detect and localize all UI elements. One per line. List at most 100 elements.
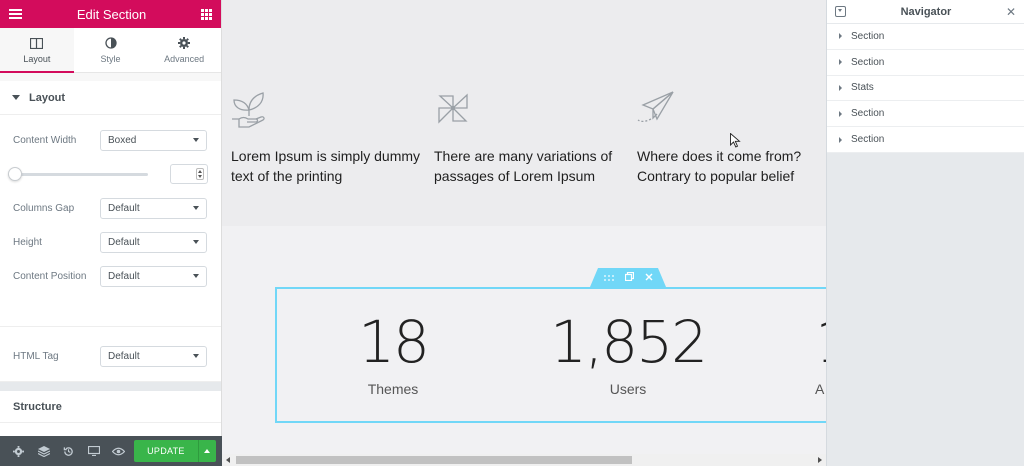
gear-icon <box>178 36 191 50</box>
preview-canvas: Lorem Ipsum is simply dummy text of the … <box>222 0 826 466</box>
stat-label: A <box>815 381 825 397</box>
structure-section-title: Structure <box>13 400 62 413</box>
tab-advanced[interactable]: Advanced <box>147 28 221 72</box>
content-position-label: Content Position <box>13 270 87 282</box>
chevron-down-icon <box>193 138 199 142</box>
navigator-item-label: Stats <box>851 82 874 94</box>
navigator-title: Navigator <box>900 5 952 18</box>
html-tag-select[interactable]: Default <box>100 345 207 367</box>
navigator-item-label: Section <box>851 134 885 146</box>
navigator-item-label: Section <box>851 56 885 68</box>
section-edit-toolbar <box>590 268 666 287</box>
select-value: Boxed <box>108 134 137 146</box>
navigator-item[interactable]: Stats <box>827 76 1024 102</box>
paper-plane-icon <box>637 88 826 130</box>
height-select[interactable]: Default <box>100 231 207 253</box>
stat-item: 1 A <box>815 311 826 397</box>
mouse-cursor-icon <box>730 132 741 151</box>
features-section[interactable]: Lorem Ipsum is simply dummy text of the … <box>222 0 826 226</box>
structure-section-toggle[interactable]: Structure <box>0 391 221 423</box>
height-label: Height <box>13 236 42 248</box>
panel-title: Edit Section <box>76 6 147 22</box>
columns-gap-select[interactable]: Default <box>100 197 207 219</box>
columns-gap-label: Columns Gap <box>13 202 75 214</box>
navigator-panel: Navigator ✕ Section Section Stats Sectio… <box>826 0 1024 466</box>
layers-icon[interactable] <box>31 436 56 466</box>
hamburger-menu-icon[interactable] <box>9 9 22 19</box>
settings-gear-icon[interactable] <box>6 436 31 466</box>
content-position-select[interactable]: Default <box>100 265 207 287</box>
chevron-down-icon <box>193 354 199 358</box>
feature-item[interactable]: There are many variations of passages of… <box>434 88 634 186</box>
update-options-button[interactable] <box>197 440 217 462</box>
caret-down-icon <box>12 95 20 100</box>
scrollbar-thumb[interactable] <box>236 456 632 464</box>
select-value: Default <box>108 202 140 214</box>
caret-right-icon[interactable] <box>839 110 842 117</box>
caret-right-icon[interactable] <box>839 136 842 143</box>
control-columns-gap: Columns Gap Default <box>0 191 221 225</box>
scroll-right-arrow-icon[interactable] <box>818 457 822 463</box>
close-icon[interactable]: ✕ <box>1006 5 1016 19</box>
close-icon[interactable] <box>645 272 653 284</box>
update-button[interactable]: UPDATE <box>134 440 198 462</box>
tab-layout[interactable]: Layout <box>0 28 74 73</box>
width-number-input[interactable] <box>170 164 208 184</box>
navigator-header[interactable]: Navigator ✕ <box>827 0 1024 24</box>
navigator-item-label: Section <box>851 30 885 42</box>
stat-number: 18 <box>358 308 430 376</box>
duplicate-icon[interactable] <box>624 271 634 284</box>
content-width-select[interactable]: Boxed <box>100 129 207 151</box>
feature-item[interactable]: Lorem Ipsum is simply dummy text of the … <box>231 88 431 186</box>
stat-label: Users <box>609 381 647 397</box>
stat-number: 1 <box>815 311 826 373</box>
caret-right-icon[interactable] <box>839 84 842 91</box>
select-value: Default <box>108 270 140 282</box>
slider-handle[interactable] <box>8 166 22 181</box>
plant-hand-icon <box>231 88 431 130</box>
collapse-all-icon[interactable] <box>835 6 846 17</box>
control-height: Height Default <box>0 225 221 259</box>
editor-panel: Edit Section Layout Style Advanced Layou <box>0 0 222 466</box>
select-value: Default <box>108 350 140 362</box>
navigator-item[interactable]: Section <box>827 101 1024 128</box>
chevron-down-icon <box>193 274 199 278</box>
navigator-list: Section Section Stats Section Section <box>827 24 1024 153</box>
feature-text: Lorem Ipsum is simply dummy text of the … <box>231 148 421 184</box>
scroll-left-arrow-icon[interactable] <box>226 457 230 463</box>
layout-controls: Content Width Boxed Columns Gap Default … <box>0 115 221 327</box>
horizontal-scrollbar[interactable] <box>222 454 826 466</box>
columns-icon <box>30 36 44 50</box>
widgets-grid-icon[interactable] <box>201 8 212 20</box>
tab-label: Layout <box>23 54 51 64</box>
control-content-width: Content Width Boxed <box>0 123 221 157</box>
chevron-up-icon <box>204 449 211 453</box>
tab-label: Style <box>100 54 121 64</box>
caret-right-icon[interactable] <box>839 59 842 66</box>
history-icon[interactable] <box>56 436 81 466</box>
navigator-item-label: Section <box>851 108 885 120</box>
layout-section-title: Layout <box>29 91 66 104</box>
chevron-down-icon <box>193 206 199 210</box>
stat-number: 1,852 <box>549 308 708 376</box>
pinwheel-icon <box>434 88 634 130</box>
chevron-down-icon <box>193 240 199 244</box>
navigator-item[interactable]: Section <box>827 24 1024 50</box>
stat-label: Themes <box>367 381 419 397</box>
drag-handle-icon[interactable] <box>603 272 614 284</box>
width-slider[interactable] <box>8 166 148 181</box>
responsive-desktop-icon[interactable] <box>81 436 106 466</box>
select-value: Default <box>108 236 140 248</box>
navigator-item[interactable]: Section <box>827 127 1024 153</box>
feature-text: There are many variations of passages of… <box>434 148 613 184</box>
layout-section-toggle[interactable]: Layout <box>0 81 221 115</box>
content-width-label: Content Width <box>13 134 77 146</box>
control-content-position: Content Position Default <box>0 259 221 293</box>
preview-eye-icon[interactable] <box>106 436 131 466</box>
caret-right-icon[interactable] <box>839 33 842 40</box>
stats-section[interactable]: 18 Themes 1,852 Users 1 A <box>275 287 826 423</box>
spinner-icon[interactable] <box>196 168 204 180</box>
tab-style[interactable]: Style <box>74 28 148 72</box>
section-divider <box>0 382 221 391</box>
navigator-item[interactable]: Section <box>827 50 1024 76</box>
